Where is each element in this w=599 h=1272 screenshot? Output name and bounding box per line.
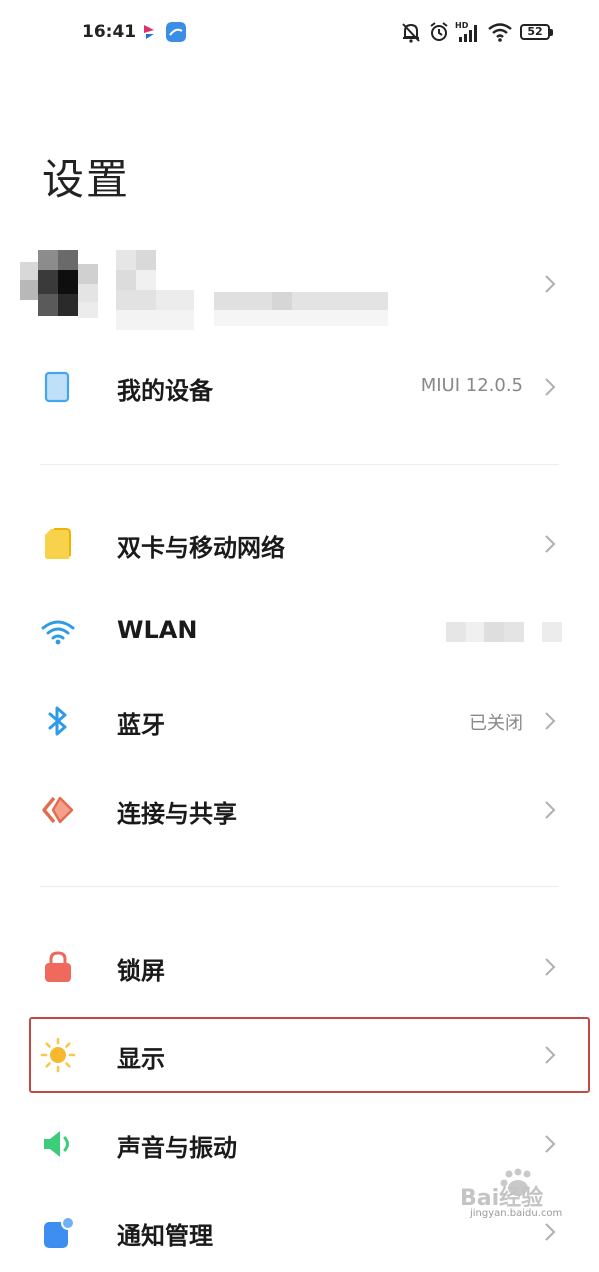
tablet-icon [44,371,70,403]
settings-item-label: WLAN [117,616,198,644]
share-icon [42,796,74,824]
chevron-right-icon [545,958,556,976]
mute-bell-icon [402,23,420,43]
battery-icon: 52 [520,24,553,40]
settings-item-sim[interactable]: 双卡与移动网络 [0,504,599,584]
chevron-right-icon [545,1135,556,1153]
avatar [20,250,98,320]
settings-item-label: 通知管理 [117,1222,213,1250]
account-row[interactable] [0,240,599,332]
settings-item-label: 我的设备 [117,377,213,405]
watermark-url: jingyan.baidu.com [470,1208,563,1219]
speaker-icon [44,1131,69,1157]
settings-item-bluetooth[interactable]: 蓝牙 已关闭 [0,681,599,761]
settings-item-value: 已关闭 [469,713,523,734]
account-name [116,250,396,330]
wlan-network-name-pixelated [446,622,564,644]
app-icon-a [144,25,154,39]
notification-icon [44,1216,75,1248]
chevron-right-icon [545,801,556,819]
wifi-icon [488,23,512,42]
settings-item-lock-screen[interactable]: 锁屏 [0,927,599,1007]
chevron-right-icon [545,712,556,730]
settings-item-label: 蓝牙 [117,711,165,739]
svg-text:HD: HD [455,21,469,30]
alarm-icon [430,22,448,41]
bluetooth-icon [48,706,67,736]
hd-signal-icon: HD [455,21,477,42]
settings-item-label: 声音与振动 [117,1134,237,1162]
divider [40,886,559,887]
status-bar: 16:41 HD 52 [0,0,599,68]
chevron-right-icon [545,378,556,396]
settings-item-connection-sharing[interactable]: 连接与共享 [0,770,599,850]
app-icon-b [166,22,186,42]
settings-item-label: 锁屏 [117,957,165,985]
highlight-box [29,1017,590,1093]
lock-icon [45,951,71,982]
chevron-right-icon [545,535,556,553]
sim-card-icon [45,528,71,559]
divider [40,464,559,465]
settings-item-value: MIUI 12.0.5 [420,375,523,396]
settings-item-my-device[interactable]: 我的设备 MIUI 12.0.5 [0,347,599,427]
settings-item-label: 双卡与移动网络 [117,534,285,562]
status-time: 16:41 [82,22,137,42]
chevron-right-icon [545,275,556,293]
settings-item-label: 连接与共享 [117,800,237,828]
wifi-icon [41,620,75,645]
settings-item-wlan[interactable]: WLAN [0,592,599,672]
page-title: 设置 [42,155,131,204]
